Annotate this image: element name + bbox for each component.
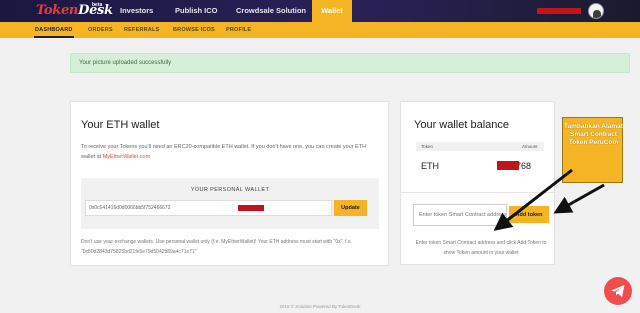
personal-wallet-box: YOUR PERSONAL WALLET 0x0c641416d0d0066bb…	[81, 178, 379, 229]
annotation-text: Tambahkan Alamat Smart Contract Token Pe…	[564, 123, 623, 146]
divider	[401, 192, 556, 193]
avatar-icon[interactable]	[588, 3, 604, 19]
tab-browse-icos[interactable]: BROWSE ICOS	[173, 27, 215, 33]
nav-investors[interactable]: Investors	[120, 6, 153, 15]
wallet-balance-card: Your wallet balance Token Amount ETH 768…	[400, 101, 556, 265]
active-tab-underline	[34, 36, 74, 38]
nav-publish-ico[interactable]: Publish ICO	[175, 6, 218, 15]
alert-text: Your picture uploaded successfully	[79, 60, 172, 66]
eth-wallet-card: Your ETH wallet To receive your Tokens y…	[70, 101, 389, 266]
tab-profile[interactable]: PROFILE	[226, 27, 251, 33]
annotation-callout: Tambahkan Alamat Smart Contract Token Pe…	[562, 117, 623, 183]
telegram-icon[interactable]	[604, 277, 632, 305]
footer: 2018 © Solution Powered By TokenDesk	[279, 304, 361, 309]
wallet-address-input[interactable]: 0x0c641416d0d0066bb5f752466672	[85, 200, 332, 216]
tab-referrals[interactable]: REFERRALS	[124, 27, 159, 33]
redacted-amount	[497, 161, 519, 170]
token-address-input[interactable]	[413, 204, 507, 226]
redacted-username	[537, 8, 581, 14]
col-amount: Amount	[522, 144, 538, 149]
wallet-balance-title: Your wallet balance	[414, 119, 509, 131]
tab-dashboard[interactable]: DASHBOARD	[35, 27, 73, 33]
nav-crowdsale-solution[interactable]: Crowdsale Solution	[236, 6, 306, 15]
logo-beta-badge: beta	[92, 2, 103, 8]
personal-wallet-label: YOUR PERSONAL WALLET	[190, 187, 270, 193]
myetherwallet-link[interactable]: MyEtherWallet.com	[103, 154, 150, 160]
tab-orders[interactable]: ORDERS	[88, 27, 113, 33]
eth-wallet-note: Don't use your exchange wallets. Use per…	[81, 239, 353, 255]
col-token: Token	[421, 144, 434, 149]
redacted-address	[238, 205, 264, 211]
eth-wallet-title: Your ETH wallet	[81, 119, 160, 131]
top-navbar: TokenDesk beta Investors Publish ICO Cro…	[0, 0, 640, 22]
paper-plane-icon	[611, 285, 625, 297]
success-alert: Your picture uploaded successfully	[70, 53, 630, 73]
sub-navbar: DASHBOARD ORDERS REFERRALS BROWSE ICOS P…	[0, 22, 640, 38]
add-token-button[interactable]: Add token	[509, 206, 549, 223]
balance-table-header: Token Amount	[416, 142, 544, 151]
arrow-icon	[553, 183, 605, 214]
update-button[interactable]: Update	[334, 200, 367, 216]
nav-wallet[interactable]: Wallet	[312, 0, 352, 22]
eth-wallet-intro: To receive your Tokens you'll need an ER…	[81, 144, 367, 160]
wallet-balance-note: Enter token Smart Contract address and c…	[415, 240, 547, 256]
balance-row-token: ETH	[421, 161, 439, 171]
